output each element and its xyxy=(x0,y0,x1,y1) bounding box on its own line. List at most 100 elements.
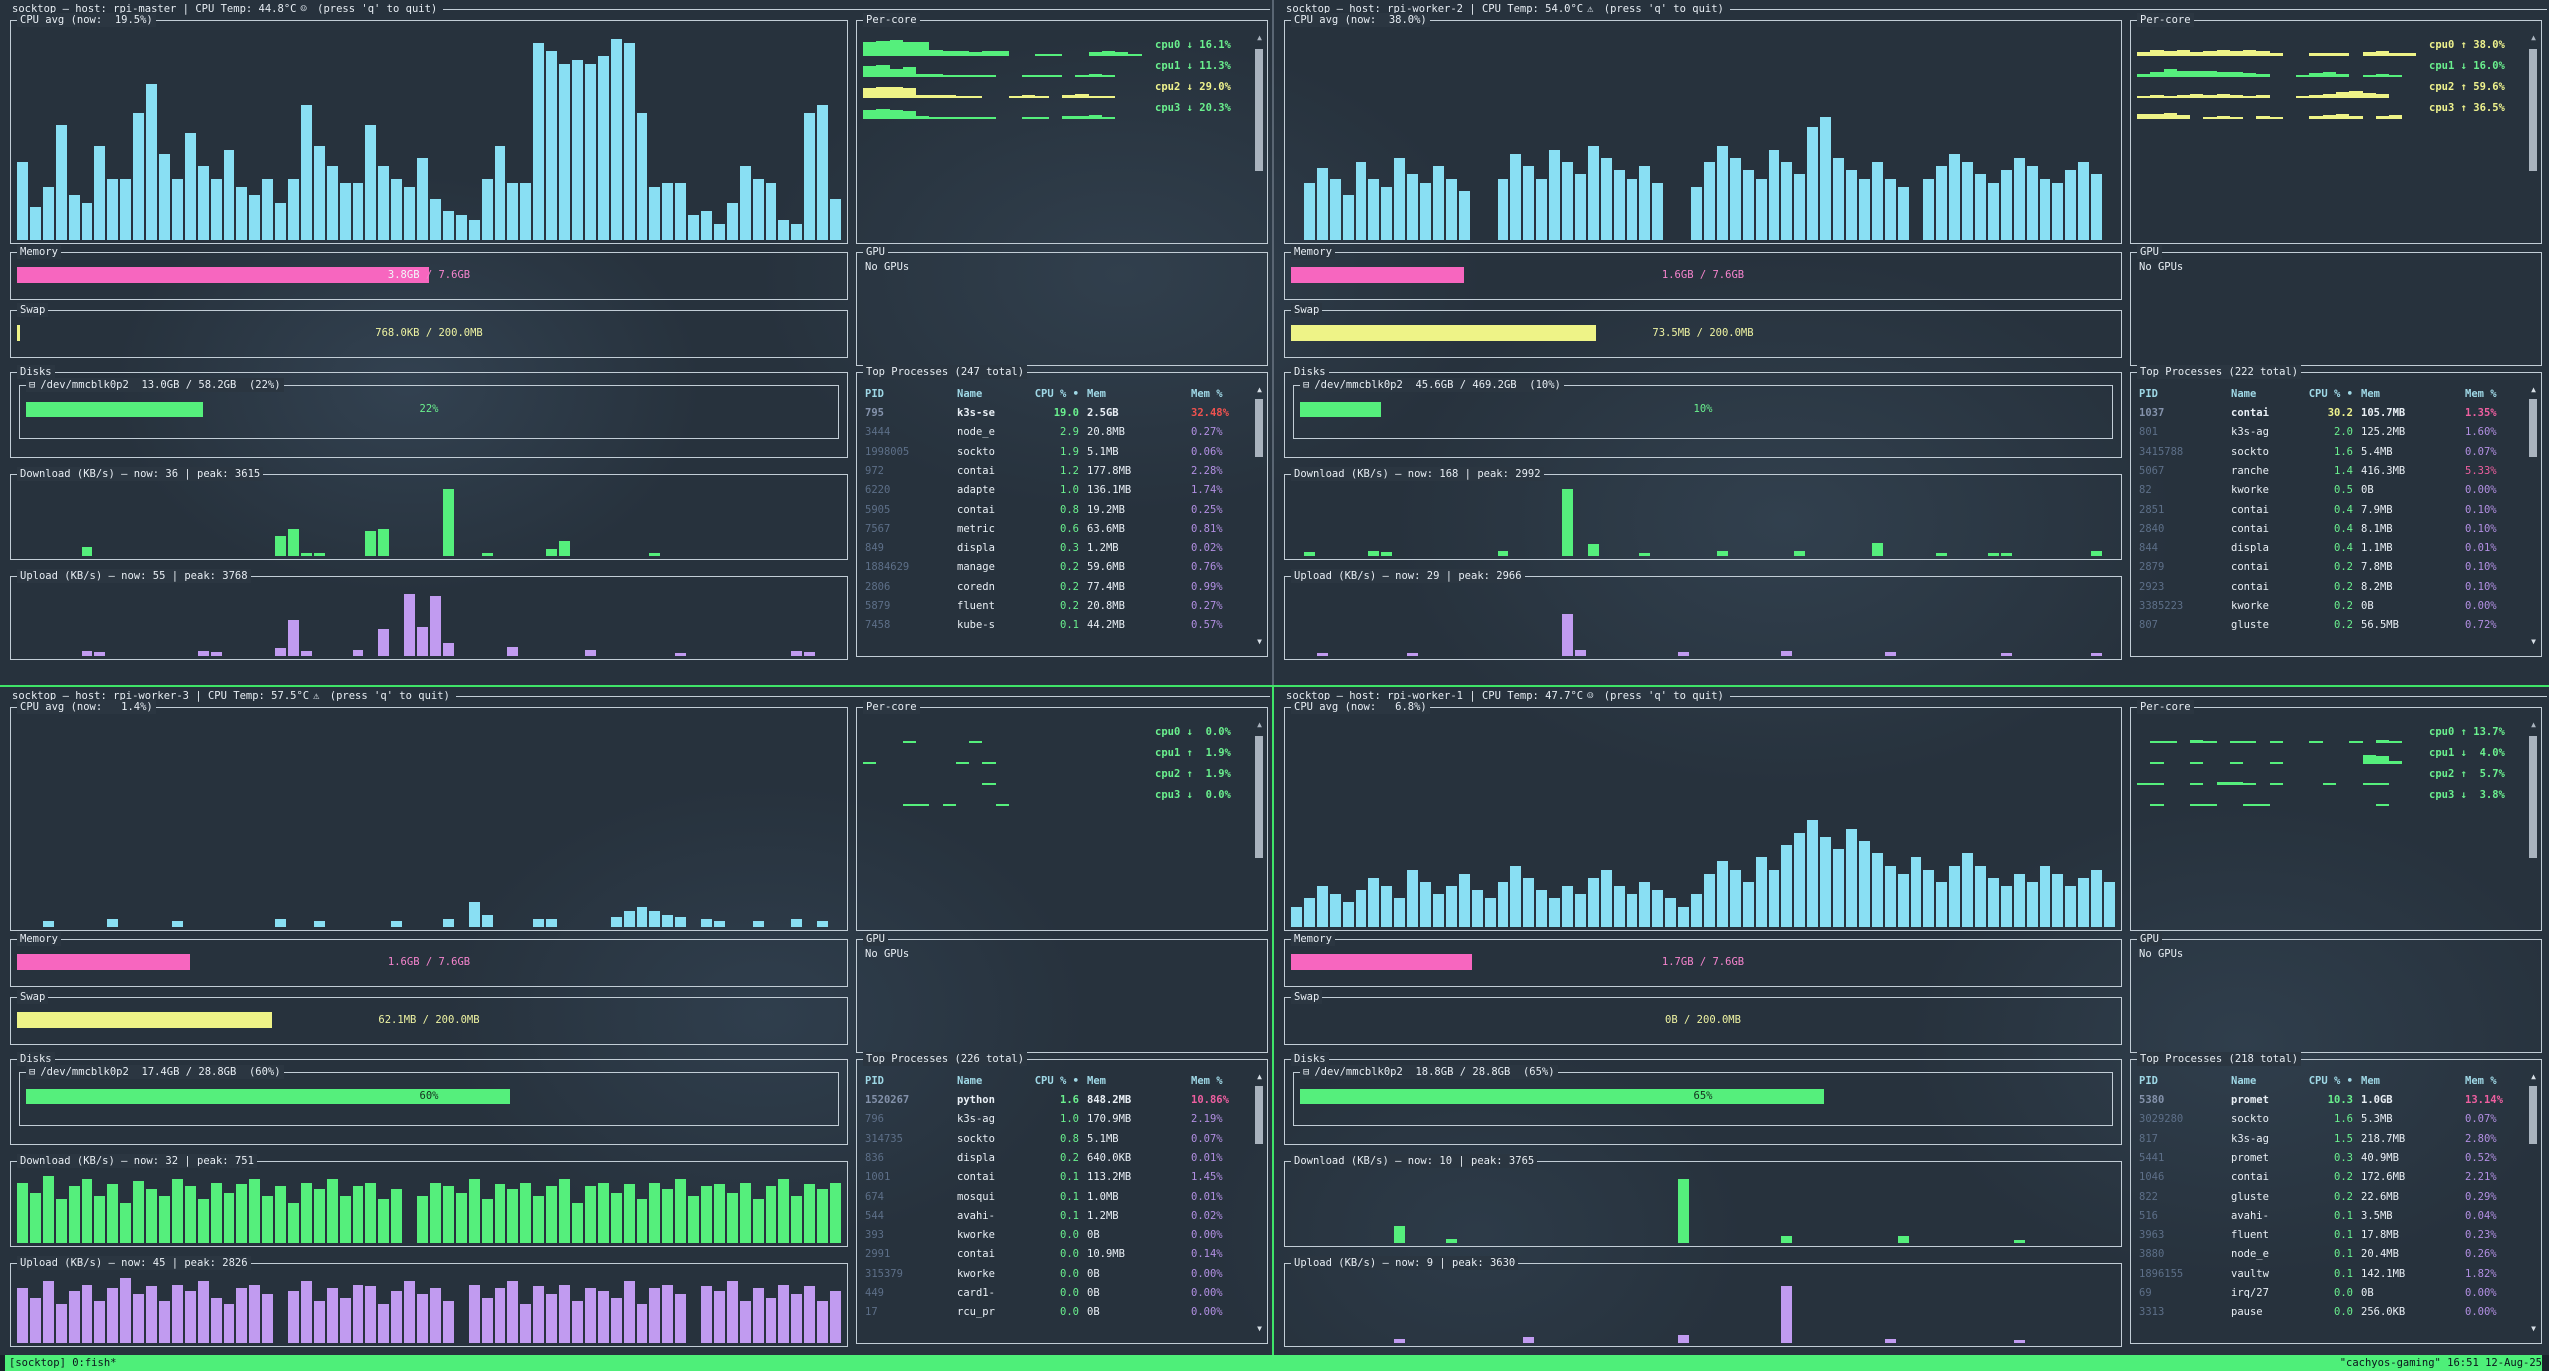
scroll-up-icon[interactable]: ▲ xyxy=(1255,720,1264,729)
chart-bar xyxy=(2040,179,2051,241)
process-row[interactable]: 3963fluent0.117.8MB0.23% xyxy=(2139,1226,2521,1245)
process-row[interactable]: 2851contai0.47.9MB0.10% xyxy=(2139,501,2521,520)
scrollbar-thumb[interactable] xyxy=(2529,49,2537,171)
per-core-scrollbar[interactable]: ▲ xyxy=(2529,33,2538,237)
per-core-scrollbar[interactable]: ▲ xyxy=(1255,720,1264,924)
process-row[interactable]: 7458kube-s0.144.2MB0.57% xyxy=(865,616,1247,635)
process-row[interactable]: 3880node_e0.120.4MB0.26% xyxy=(2139,1245,2521,1264)
status-session-window[interactable]: [socktop] 0:fish* xyxy=(5,1355,116,1371)
process-row[interactable]: 1037contai30.2105.7MB1.35% xyxy=(2139,404,2521,423)
pane-rpi-worker-3[interactable]: socktop — host: rpi-worker-3 | CPU Temp:… xyxy=(0,687,1272,1355)
scroll-up-icon[interactable]: ▲ xyxy=(2529,33,2538,42)
process-row[interactable]: 817k3s-ag1.5218.7MB2.80% xyxy=(2139,1130,2521,1149)
scrollbar-thumb[interactable] xyxy=(2529,399,2537,457)
per-core-scrollbar[interactable]: ▲ xyxy=(1255,33,1264,237)
scroll-down-icon[interactable]: ▼ xyxy=(2529,637,2538,646)
process-row[interactable]: 1046contai0.2172.6MB2.21% xyxy=(2139,1168,2521,1187)
process-row[interactable]: 844displa0.41.1MB0.01% xyxy=(2139,539,2521,558)
scroll-up-icon[interactable]: ▲ xyxy=(2529,385,2538,394)
process-row[interactable]: 7567metric0.663.6MB0.81% xyxy=(865,520,1247,539)
pane-rpi-worker-1[interactable]: socktop — host: rpi-worker-1 | CPU Temp:… xyxy=(1274,687,2549,1355)
chart-bar xyxy=(262,1196,273,1243)
scrollbar-thumb[interactable] xyxy=(1255,399,1263,457)
process-scrollbar[interactable]: ▲▼ xyxy=(2529,385,2538,646)
process-row[interactable]: 393kworke0.00B0.00% xyxy=(865,1226,1247,1245)
process-row[interactable]: 1998005sockto1.95.1MB0.06% xyxy=(865,443,1247,462)
scroll-down-icon[interactable]: ▼ xyxy=(1255,1324,1264,1333)
scroll-up-icon[interactable]: ▲ xyxy=(1255,33,1264,42)
process-row[interactable]: 3313pause0.0256.0KB0.00% xyxy=(2139,1303,2521,1322)
process-row[interactable]: 544avahi-0.11.2MB0.02% xyxy=(865,1207,1247,1226)
chart-bar xyxy=(56,1199,67,1243)
scroll-down-icon[interactable]: ▼ xyxy=(2529,1324,2538,1333)
socktop-title-row: socktop — host: rpi-worker-1 | CPU Temp:… xyxy=(1274,687,2549,705)
process-pid: 3963 xyxy=(2139,1226,2223,1245)
process-row[interactable]: 2923contai0.28.2MB0.10% xyxy=(2139,578,2521,597)
pane-divider-vertical-bottom[interactable] xyxy=(1272,687,1274,1355)
process-row[interactable]: 836displa0.2640.0KB0.01% xyxy=(865,1149,1247,1168)
process-row[interactable]: 315379kworke0.00B0.00% xyxy=(865,1265,1247,1284)
process-row[interactable]: 82kworke0.50B0.00% xyxy=(2139,481,2521,500)
gpu-box: GPUNo GPUs xyxy=(856,939,1268,1053)
process-row[interactable]: 449card1-0.00B0.00% xyxy=(865,1284,1247,1303)
top-processes-title-label: Top Processes (226 total) xyxy=(866,1053,1024,1065)
pane-rpi-master[interactable]: socktop — host: rpi-master | CPU Temp: 4… xyxy=(0,0,1272,685)
process-row[interactable]: 5067ranche1.4416.3MB5.33% xyxy=(2139,462,2521,481)
process-row[interactable]: 5879fluent0.220.8MB0.27% xyxy=(865,597,1247,616)
process-row[interactable]: 796k3s-ag1.0170.9MB2.19% xyxy=(865,1110,1247,1129)
process-row[interactable]: 849displa0.31.2MB0.02% xyxy=(865,539,1247,558)
scroll-up-icon[interactable]: ▲ xyxy=(2529,720,2538,729)
scrollbar-thumb[interactable] xyxy=(1255,736,1263,858)
process-row[interactable]: 795k3s-se19.02.5GB32.48% xyxy=(865,404,1247,423)
chart-bar xyxy=(1356,890,1367,927)
pane-rpi-worker-2[interactable]: socktop — host: rpi-worker-2 | CPU Temp:… xyxy=(1274,0,2549,685)
process-row[interactable]: 807gluste0.256.5MB0.72% xyxy=(2139,616,2521,635)
process-row[interactable]: 2840contai0.48.1MB0.10% xyxy=(2139,520,2521,539)
process-row[interactable]: 5380promet10.31.0GB13.14% xyxy=(2139,1091,2521,1110)
scroll-up-icon[interactable]: ▲ xyxy=(1255,1072,1264,1081)
scroll-down-icon[interactable]: ▼ xyxy=(1255,637,1264,646)
process-row[interactable]: 3444node_e2.920.8MB0.27% xyxy=(865,423,1247,442)
pane-divider-horizontal[interactable] xyxy=(0,685,2549,687)
process-row[interactable]: 3029280sockto1.65.3MB0.07% xyxy=(2139,1110,2521,1129)
process-scrollbar[interactable]: ▲▼ xyxy=(1255,1072,1264,1333)
process-row[interactable]: 1520267python1.6848.2MB10.86% xyxy=(865,1091,1247,1110)
process-pid: 7567 xyxy=(865,520,949,539)
process-row[interactable]: 3415788sockto1.65.4MB0.07% xyxy=(2139,443,2521,462)
scrollbar-thumb[interactable] xyxy=(1255,1086,1263,1144)
process-row[interactable]: 17rcu_pr0.00B0.00% xyxy=(865,1303,1247,1322)
process-row[interactable]: 822gluste0.222.6MB0.29% xyxy=(2139,1188,2521,1207)
process-row[interactable]: 6220adapte1.0136.1MB1.74% xyxy=(865,481,1247,500)
spark-bar xyxy=(2336,114,2349,119)
scroll-up-icon[interactable]: ▲ xyxy=(1255,385,1264,394)
process-pid: 3415788 xyxy=(2139,443,2223,462)
chart-bar xyxy=(1330,894,1341,927)
process-row[interactable]: 1896155vaultw0.1142.1MB1.82% xyxy=(2139,1265,2521,1284)
scroll-up-icon[interactable]: ▲ xyxy=(2529,1072,2538,1081)
process-row[interactable]: 2806coredn0.277.4MB0.99% xyxy=(865,578,1247,597)
process-scrollbar[interactable]: ▲▼ xyxy=(2529,1072,2538,1333)
pane-divider-vertical-top[interactable] xyxy=(1272,0,1274,685)
per-core-scrollbar[interactable]: ▲ xyxy=(2529,720,2538,924)
process-row[interactable]: 314735sockto0.85.1MB0.07% xyxy=(865,1130,1247,1149)
chart-bar xyxy=(2014,1240,2025,1243)
chart-bar xyxy=(1407,870,1418,927)
process-row[interactable]: 69irq/270.00B0.00% xyxy=(2139,1284,2521,1303)
process-scrollbar[interactable]: ▲▼ xyxy=(1255,385,1264,646)
chart-bar xyxy=(1678,1335,1689,1343)
process-row[interactable]: 1001contai0.1113.2MB1.45% xyxy=(865,1168,1247,1187)
chart-bar xyxy=(2078,878,2089,927)
process-row[interactable]: 516avahi-0.13.5MB0.04% xyxy=(2139,1207,2521,1226)
process-row[interactable]: 3385223kworke0.20B0.00% xyxy=(2139,597,2521,616)
scrollbar-thumb[interactable] xyxy=(2529,1086,2537,1144)
process-row[interactable]: 674mosqui0.11.0MB0.01% xyxy=(865,1188,1247,1207)
process-row[interactable]: 5441promet0.340.9MB0.52% xyxy=(2139,1149,2521,1168)
scrollbar-thumb[interactable] xyxy=(2529,736,2537,858)
process-row[interactable]: 5905contai0.819.2MB0.25% xyxy=(865,501,1247,520)
process-row[interactable]: 801k3s-ag2.0125.2MB1.60% xyxy=(2139,423,2521,442)
process-row[interactable]: 1884629manage0.259.6MB0.76% xyxy=(865,558,1247,577)
process-row[interactable]: 2879contai0.27.8MB0.10% xyxy=(2139,558,2521,577)
scrollbar-thumb[interactable] xyxy=(1255,49,1263,171)
process-row[interactable]: 972contai1.2177.8MB2.28% xyxy=(865,462,1247,481)
process-row[interactable]: 2991contai0.010.9MB0.14% xyxy=(865,1245,1247,1264)
